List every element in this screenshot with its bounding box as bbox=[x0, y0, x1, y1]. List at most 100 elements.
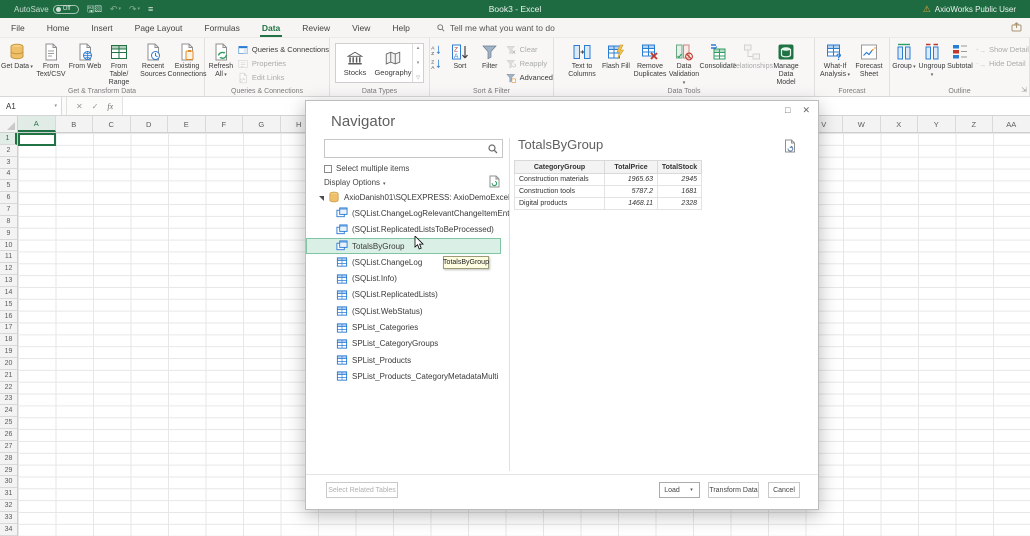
column-header-g[interactable]: G bbox=[243, 116, 281, 132]
autosave-toggle[interactable]: AutoSave Off bbox=[14, 5, 79, 14]
tree-item-sqlist-replicatedliststobeprocessed[interactable]: (SQList.ReplicatedListsToBeProcessed) bbox=[306, 222, 509, 238]
name-box[interactable]: A1 ▾ bbox=[0, 97, 62, 115]
customize-qat-icon[interactable]: ≡ bbox=[148, 5, 153, 14]
row-header-28[interactable]: 28 bbox=[0, 453, 17, 465]
tree-item-sqlist-webstatus[interactable]: (SQList.WebStatus) bbox=[306, 303, 509, 319]
select-all-corner[interactable] bbox=[0, 116, 18, 133]
column-header-e[interactable]: E bbox=[168, 116, 206, 132]
geography-button[interactable]: Geography bbox=[374, 44, 412, 82]
row-header-14[interactable]: 14 bbox=[0, 287, 17, 299]
confirm-entry-icon[interactable]: ✓ bbox=[92, 102, 99, 111]
tab-formulas[interactable]: Formulas bbox=[193, 18, 250, 37]
queries-connections-button[interactable]: Queries & Connections bbox=[237, 43, 329, 56]
ungroup-button[interactable]: Ungroup ▾ bbox=[918, 40, 946, 79]
scroll-up-icon[interactable]: ▴ bbox=[417, 45, 420, 51]
column-header-y[interactable]: Y bbox=[918, 116, 956, 132]
subtotal-button[interactable]: Subtotal bbox=[946, 40, 974, 71]
row-header-10[interactable]: 10 bbox=[0, 240, 17, 252]
selected-cell-a1[interactable] bbox=[18, 133, 56, 146]
name-box-caret-icon[interactable]: ▾ bbox=[54, 103, 57, 109]
column-header-b[interactable]: B bbox=[56, 116, 94, 132]
row-header-33[interactable]: 33 bbox=[0, 512, 17, 524]
select-multiple-items[interactable]: Select multiple items bbox=[324, 164, 409, 173]
tree-item-splist-categorygroups[interactable]: SPList_CategoryGroups bbox=[306, 336, 509, 352]
dialog-launcher-icon[interactable]: ⇲ bbox=[1021, 86, 1027, 94]
row-header-16[interactable]: 16 bbox=[0, 311, 17, 323]
tab-data[interactable]: Data bbox=[251, 18, 291, 37]
tree-item-splist-categories[interactable]: SPList_Categories bbox=[306, 319, 509, 335]
dialog-close-icon[interactable]: ✕ bbox=[802, 105, 810, 116]
load-split-caret[interactable]: ▾ bbox=[684, 482, 700, 498]
row-header-11[interactable]: 11 bbox=[0, 251, 17, 263]
row-header-3[interactable]: 3 bbox=[0, 157, 17, 169]
row-header-34[interactable]: 34 bbox=[0, 524, 17, 536]
row-header-17[interactable]: 17 bbox=[0, 323, 17, 335]
gallery-scroll-strip[interactable]: ▴▾▽ bbox=[412, 44, 423, 82]
stocks-button[interactable]: Stocks bbox=[336, 44, 374, 82]
undo-icon[interactable]: ↶▾ bbox=[110, 5, 121, 14]
gallery-more-icon[interactable]: ▽ bbox=[416, 75, 420, 81]
forecast-sheet-button[interactable]: Forecast Sheet bbox=[852, 40, 886, 79]
column-header-w[interactable]: W bbox=[843, 116, 881, 132]
tab-review[interactable]: Review bbox=[291, 18, 341, 37]
row-header-22[interactable]: 22 bbox=[0, 382, 17, 394]
from-web-button[interactable]: From Web bbox=[68, 40, 102, 71]
cancel-entry-icon[interactable]: ✕ bbox=[76, 102, 83, 111]
group-button[interactable]: Group ▾ bbox=[890, 40, 918, 71]
tab-insert[interactable]: Insert bbox=[80, 18, 123, 37]
refresh-all-button[interactable]: Refresh All ▾ bbox=[205, 40, 237, 79]
consolidate-button[interactable]: Consolidate bbox=[701, 40, 735, 71]
redo-icon[interactable]: ↷▾ bbox=[129, 5, 140, 14]
row-header-31[interactable]: 31 bbox=[0, 488, 17, 500]
row-header-26[interactable]: 26 bbox=[0, 429, 17, 441]
tree-item-totalsbygroup[interactable]: TotalsByGroup bbox=[306, 238, 501, 254]
navigator-search[interactable] bbox=[324, 139, 503, 158]
row-header-4[interactable]: 4 bbox=[0, 169, 17, 181]
display-options-dropdown[interactable]: Display Options▾ bbox=[324, 178, 386, 187]
tree-item-sqlist-changelogrelevantchangeitementries[interactable]: (SQList.ChangeLogRelevantChangeItemEntri… bbox=[306, 205, 509, 221]
share-icon[interactable] bbox=[1011, 22, 1022, 32]
row-header-9[interactable]: 9 bbox=[0, 228, 17, 240]
row-header-30[interactable]: 30 bbox=[0, 476, 17, 488]
get-data-button[interactable]: Get Data ▾ bbox=[0, 40, 34, 71]
row-header-27[interactable]: 27 bbox=[0, 441, 17, 453]
select-related-tables-button[interactable]: Select Related Tables bbox=[326, 482, 398, 498]
row-header-7[interactable]: 7 bbox=[0, 204, 17, 216]
dialog-maximize-icon[interactable]: □ bbox=[785, 105, 790, 116]
expand-caret-icon[interactable] bbox=[319, 196, 324, 201]
tab-page-layout[interactable]: Page Layout bbox=[124, 18, 194, 37]
sort-az-button[interactable]: AZ bbox=[430, 44, 442, 56]
tab-help[interactable]: Help bbox=[381, 18, 420, 37]
tree-item-splist-products-categorymetadatamulti[interactable]: SPList_Products_CategoryMetadataMulti bbox=[306, 368, 509, 384]
column-header-a[interactable]: A bbox=[18, 116, 56, 132]
advanced-button[interactable]: Advanced bbox=[505, 71, 553, 84]
row-header-2[interactable]: 2 bbox=[0, 145, 17, 157]
column-header-z[interactable]: Z bbox=[956, 116, 994, 132]
column-header-f[interactable]: F bbox=[206, 116, 244, 132]
from-table-range-button[interactable]: From Table/ Range bbox=[102, 40, 136, 86]
refresh-list-icon[interactable] bbox=[489, 175, 500, 188]
row-header-5[interactable]: 5 bbox=[0, 180, 17, 192]
row-header-15[interactable]: 15 bbox=[0, 299, 17, 311]
data-validation-button[interactable]: Data Validation ▾ bbox=[667, 40, 701, 86]
column-header-x[interactable]: X bbox=[881, 116, 919, 132]
existing-connections-button[interactable]: Existing Connections bbox=[170, 40, 204, 79]
tree-root-database[interactable]: AxioDanish01\SQLEXPRESS: AxioDemoExcelDB… bbox=[306, 189, 509, 205]
save-icon[interactable]: 🖫︎▧ bbox=[87, 5, 102, 14]
insert-function-icon[interactable]: fx bbox=[107, 102, 113, 111]
sort-button[interactable]: ZASort bbox=[445, 40, 475, 71]
tree-item-sqlist-info[interactable]: (SQList.Info) bbox=[306, 270, 509, 286]
text-to-columns-button[interactable]: Text to Columns bbox=[565, 40, 599, 79]
row-header-19[interactable]: 19 bbox=[0, 346, 17, 358]
column-header-d[interactable]: D bbox=[131, 116, 169, 132]
row-header-8[interactable]: 8 bbox=[0, 216, 17, 228]
column-header-c[interactable]: C bbox=[93, 116, 131, 132]
column-header-aa[interactable]: AA bbox=[993, 116, 1030, 132]
search-input[interactable] bbox=[325, 144, 488, 153]
row-header-12[interactable]: 12 bbox=[0, 263, 17, 275]
cancel-button[interactable]: Cancel bbox=[768, 482, 800, 498]
row-header-23[interactable]: 23 bbox=[0, 394, 17, 406]
load-button[interactable]: Load bbox=[659, 482, 685, 498]
row-header-29[interactable]: 29 bbox=[0, 465, 17, 477]
row-header-25[interactable]: 25 bbox=[0, 417, 17, 429]
